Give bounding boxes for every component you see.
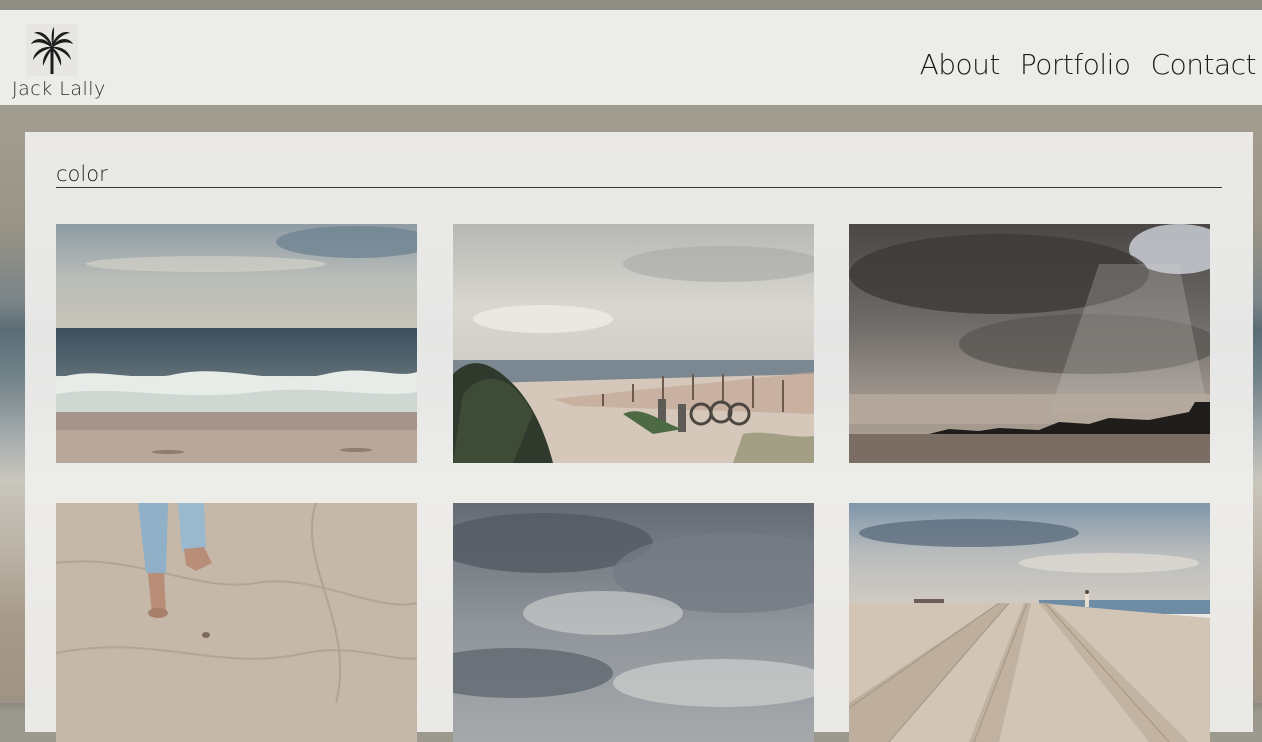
nav-portfolio[interactable]: Portfolio xyxy=(1020,48,1131,81)
title-divider xyxy=(56,187,1222,188)
barefoot-walker-sand-photo[interactable] xyxy=(56,503,417,742)
palm-tree-icon xyxy=(26,24,78,76)
gallery-panel: color xyxy=(25,132,1253,742)
storm-clouds-shoreline-photo[interactable] xyxy=(849,224,1210,463)
overcast-clouds-photo[interactable] xyxy=(453,503,814,742)
nav-contact[interactable]: Contact xyxy=(1151,48,1257,81)
site-name: Jack Lally xyxy=(12,78,106,100)
gallery-title: color xyxy=(56,162,108,186)
top-background-strip xyxy=(0,0,1262,10)
nav-about[interactable]: About xyxy=(920,48,1001,81)
beach-bicycles-fence-photo[interactable] xyxy=(453,224,814,463)
main-nav: About Portfolio Contact xyxy=(920,48,1257,81)
site-header: Jack Lally About Portfolio Contact xyxy=(0,10,1262,105)
ocean-waves-photo[interactable] xyxy=(56,224,417,463)
beach-tire-tracks-photo[interactable] xyxy=(849,503,1210,742)
site-logo[interactable]: Jack Lally xyxy=(10,24,106,104)
